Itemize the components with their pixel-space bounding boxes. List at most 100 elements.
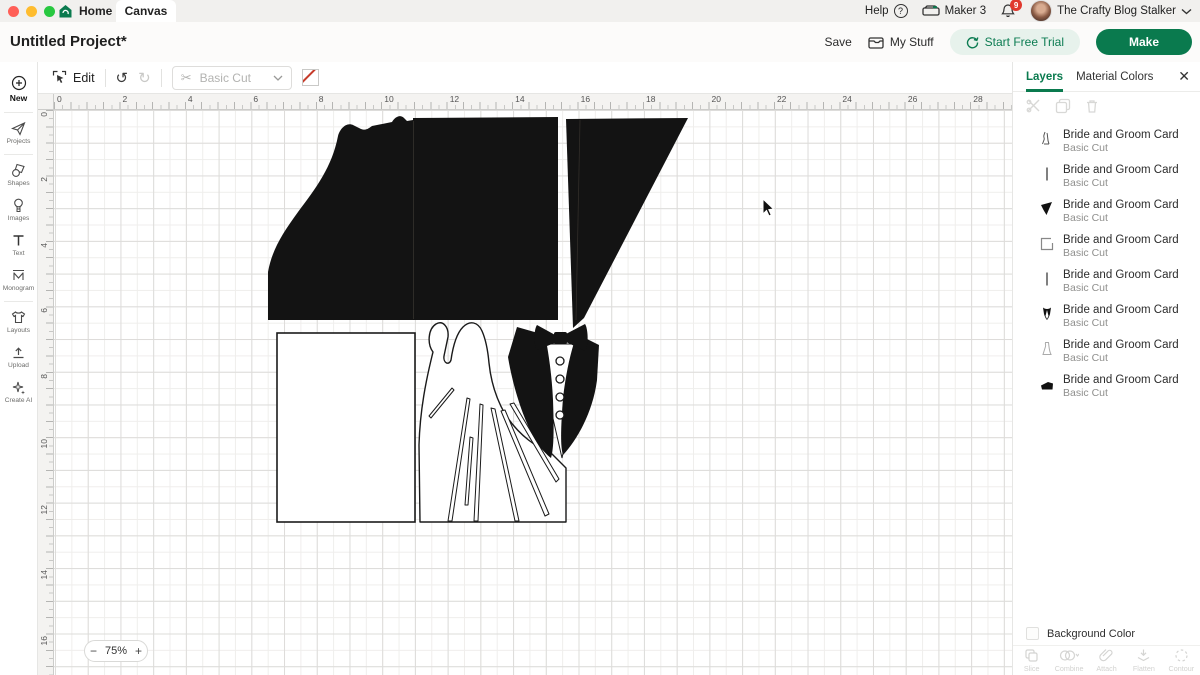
ruler-number: 10	[384, 94, 393, 104]
delete-tool-icon-disabled[interactable]	[1084, 98, 1100, 114]
sidebar-item-monogram[interactable]: Monogram	[0, 263, 37, 298]
combine-icon	[1059, 648, 1079, 663]
attach-button-disabled[interactable]: Attach	[1088, 646, 1125, 675]
layer-thumbnail-line	[1039, 271, 1055, 287]
action-label: Flatten	[1133, 664, 1155, 673]
layer-row[interactable]: Bride and Groom CardBasic Cut	[1013, 369, 1200, 404]
sidebar-item-projects[interactable]: Projects	[0, 116, 37, 151]
layer-linetype: Basic Cut	[1063, 352, 1179, 364]
ruler-number: 16	[581, 94, 590, 104]
layer-row[interactable]: Bride and Groom CardBasic Cut	[1013, 194, 1200, 229]
window-controls[interactable]	[8, 6, 55, 17]
slice-tool-icon-disabled[interactable]	[1026, 98, 1042, 114]
canvas-grid[interactable]: − 75% +	[54, 110, 1012, 675]
ruler-number: 2	[39, 177, 49, 182]
maximize-window-button[interactable]	[44, 6, 55, 17]
trial-icon	[966, 36, 979, 49]
sidebar-item-text[interactable]: Text	[0, 228, 37, 263]
tab-layers[interactable]: Layers	[1026, 62, 1063, 92]
machine-label: Maker 3	[945, 5, 987, 17]
sidebar-item-create-ai[interactable]: Create AI	[0, 375, 37, 410]
notifications-button[interactable]: 9	[1000, 3, 1016, 19]
start-free-trial-button[interactable]: Start Free Trial	[950, 29, 1080, 55]
notification-badge: 9	[1010, 0, 1022, 11]
sidebar-item-label: Monogram	[3, 285, 35, 292]
ruler-corner	[38, 94, 54, 110]
sidebar-divider	[4, 112, 33, 113]
sidebar-item-new[interactable]: New	[0, 70, 37, 109]
tab-home[interactable]: Home	[58, 0, 112, 22]
tab-material-colors[interactable]: Material Colors	[1076, 62, 1153, 92]
sidebar-item-label: Shapes	[7, 180, 29, 187]
layer-row[interactable]: Bride and Groom CardBasic Cut	[1013, 299, 1200, 334]
layer-row[interactable]: Bride and Groom CardBasic Cut	[1013, 159, 1200, 194]
account-menu[interactable]: The Crafty Blog Stalker	[1030, 0, 1192, 22]
tux-jacket-panel-right	[566, 118, 688, 328]
tux-jacket-pieces[interactable]	[268, 116, 688, 328]
layer-name: Bride and Groom Card	[1063, 234, 1179, 246]
ruler-number: 12	[450, 94, 459, 104]
layer-name: Bride and Groom Card	[1063, 199, 1179, 211]
close-panel-icon[interactable]: ✕	[1178, 68, 1190, 85]
flatten-icon	[1136, 648, 1151, 663]
sidebar-item-upload[interactable]: Upload	[0, 340, 37, 375]
ruler-number: 4	[188, 94, 193, 104]
machine-selector[interactable]: Maker 3	[922, 5, 987, 17]
layer-row[interactable]: Bride and Groom CardBasic Cut	[1013, 264, 1200, 299]
sidebar-item-layouts[interactable]: Layouts	[0, 305, 37, 340]
color-swatch[interactable]	[302, 69, 319, 86]
help-button[interactable]: Help ?	[865, 4, 908, 18]
layer-row[interactable]: Bride and Groom CardBasic Cut	[1013, 124, 1200, 159]
sidebar-item-label: Layouts	[7, 327, 30, 334]
ruler-number: 8	[319, 94, 324, 104]
sidebar-item-shapes[interactable]: Shapes	[0, 158, 37, 193]
tshirt-icon	[11, 310, 26, 325]
card-base[interactable]	[277, 333, 415, 522]
minimize-window-button[interactable]	[26, 6, 37, 17]
sidebar-item-label: Projects	[7, 138, 31, 145]
my-stuff-button[interactable]: My Stuff	[868, 35, 934, 49]
close-window-button[interactable]	[8, 6, 19, 17]
layer-linetype: Basic Cut	[1063, 387, 1179, 399]
ruler-number: 26	[908, 94, 917, 104]
avatar	[1030, 0, 1052, 22]
balloon-icon	[11, 198, 26, 213]
project-title: Untitled Project*	[10, 33, 127, 50]
layer-thumbnail-shield	[1039, 306, 1055, 322]
layer-name: Bride and Groom Card	[1063, 269, 1179, 281]
background-color-row: Background Color	[1026, 627, 1135, 640]
ruler-number: 14	[39, 570, 49, 579]
make-button[interactable]: Make	[1096, 29, 1192, 55]
linetype-dropdown[interactable]: ✂ Basic Cut	[172, 66, 292, 90]
toolbar-divider	[161, 69, 162, 87]
contour-button-disabled[interactable]: Contour	[1163, 646, 1200, 675]
design-artwork	[54, 110, 1012, 675]
redo-button[interactable]: ↻	[138, 69, 151, 87]
background-color-label: Background Color	[1047, 628, 1135, 640]
ruler-number: 12	[39, 505, 49, 514]
flatten-button-disabled[interactable]: Flatten	[1125, 646, 1162, 675]
question-icon: ?	[894, 4, 908, 18]
undo-button[interactable]: ↺	[116, 69, 129, 87]
layer-list: Bride and Groom CardBasic CutBride and G…	[1013, 124, 1200, 404]
zoom-out-button[interactable]: −	[90, 644, 97, 658]
zoom-in-button[interactable]: +	[135, 644, 142, 658]
layer-row[interactable]: Bride and Groom CardBasic Cut	[1013, 334, 1200, 369]
edit-toolbar: Edit ↺ ↻ ✂ Basic Cut	[38, 62, 1012, 94]
edit-button[interactable]: Edit	[52, 70, 95, 85]
account-name: The Crafty Blog Stalker	[1057, 5, 1176, 17]
layer-row[interactable]: Bride and Groom CardBasic Cut	[1013, 229, 1200, 264]
sidebar-item-images[interactable]: Images	[0, 193, 37, 228]
ruler-horizontal: 0246810121416182022242628	[54, 94, 1012, 110]
combine-button-disabled[interactable]: Combine	[1050, 646, 1087, 675]
help-label: Help	[865, 5, 889, 17]
sidebar-item-label: Text	[12, 250, 24, 257]
background-color-swatch[interactable]	[1026, 627, 1039, 640]
slice-button-disabled[interactable]: Slice	[1013, 646, 1050, 675]
duplicate-tool-icon-disabled[interactable]	[1055, 98, 1071, 114]
tab-canvas[interactable]: Canvas	[116, 0, 176, 22]
layer-name: Bride and Groom Card	[1063, 164, 1179, 176]
save-button[interactable]: Save	[824, 35, 851, 49]
action-label: Slice	[1024, 664, 1040, 673]
scissors-icon: ✂	[181, 70, 192, 86]
